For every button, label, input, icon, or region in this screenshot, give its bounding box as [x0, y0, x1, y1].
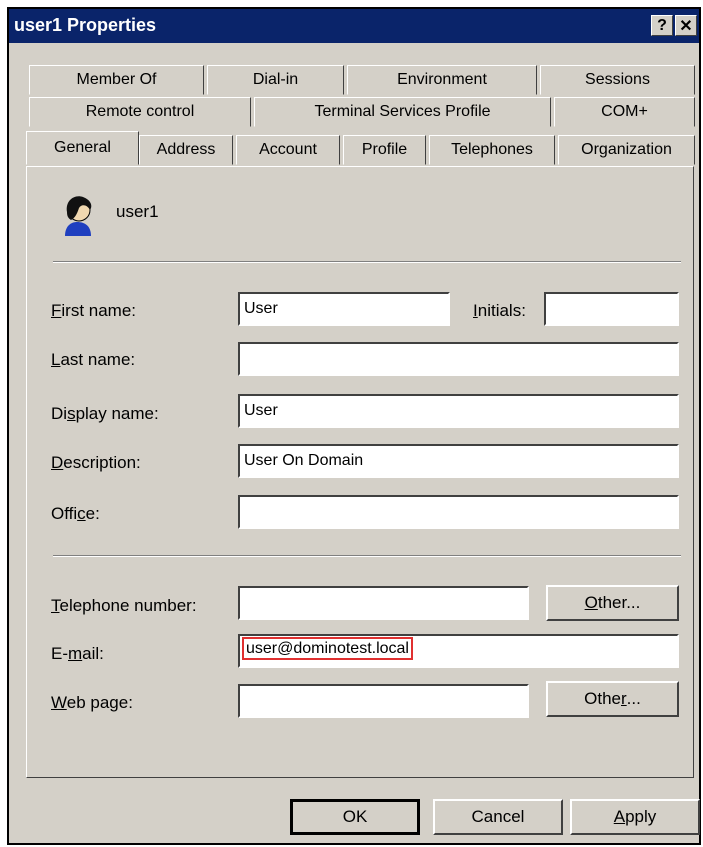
- display-name-label: Display name:: [51, 404, 159, 423]
- office-label: Office:: [51, 504, 100, 523]
- window-title: user1 Properties: [14, 15, 157, 35]
- web-page-label: Web page:: [51, 693, 133, 712]
- telephone-field[interactable]: [238, 586, 529, 620]
- close-button[interactable]: ✕: [675, 15, 697, 36]
- tab-member-of[interactable]: Member Of: [29, 65, 204, 95]
- tab-sessions[interactable]: Sessions: [540, 65, 695, 95]
- description-label: Description:: [51, 453, 141, 472]
- web-page-other-button[interactable]: Othe r...: [546, 681, 679, 717]
- office-field[interactable]: [238, 495, 679, 529]
- ok-button[interactable]: OK: [290, 799, 420, 835]
- tab-environment[interactable]: Environment: [347, 65, 537, 95]
- telephone-label: Telephone number:: [51, 596, 197, 615]
- first-name-label: First name:: [51, 301, 137, 320]
- properties-dialog: user1 Properties ? ✕ Member Of Dial-in E…: [7, 7, 701, 845]
- separator: [53, 261, 681, 263]
- cancel-button[interactable]: Cancel: [433, 799, 563, 835]
- email-highlight: user@dominotest.local: [242, 637, 413, 660]
- tab-telephones[interactable]: Telephones: [429, 135, 555, 165]
- tab-terminal-services-profile[interactable]: Terminal Services Profile: [254, 97, 551, 127]
- last-name-field[interactable]: [238, 342, 679, 376]
- tab-com-plus[interactable]: COM+: [554, 97, 695, 127]
- web-page-field[interactable]: [238, 684, 529, 718]
- tab-address[interactable]: Address: [139, 135, 233, 165]
- separator: [53, 555, 681, 557]
- first-name-field[interactable]: User: [238, 292, 450, 326]
- user-icon: [57, 192, 97, 238]
- initials-field[interactable]: [544, 292, 679, 326]
- apply-button[interactable]: Apply: [570, 799, 700, 835]
- email-label: E-mail:: [51, 644, 104, 663]
- user-name: user1: [116, 202, 159, 221]
- telephone-other-button[interactable]: Other...: [546, 585, 679, 621]
- tab-profile[interactable]: Profile: [343, 135, 426, 165]
- last-name-label: Last name:: [51, 350, 136, 369]
- description-field[interactable]: User On Domain: [238, 444, 679, 478]
- tab-general[interactable]: General: [26, 131, 139, 165]
- tab-account[interactable]: Account: [236, 135, 340, 165]
- tab-organization[interactable]: Organization: [558, 135, 695, 165]
- tab-remote-control[interactable]: Remote control: [29, 97, 251, 127]
- tab-dial-in[interactable]: Dial-in: [207, 65, 344, 95]
- initials-label: Initials:: [473, 301, 526, 320]
- help-button[interactable]: ?: [651, 15, 673, 36]
- display-name-field[interactable]: User: [238, 394, 679, 428]
- title-bar[interactable]: user1 Properties ? ✕: [9, 9, 699, 43]
- email-field[interactable]: user@dominotest.local: [238, 634, 679, 668]
